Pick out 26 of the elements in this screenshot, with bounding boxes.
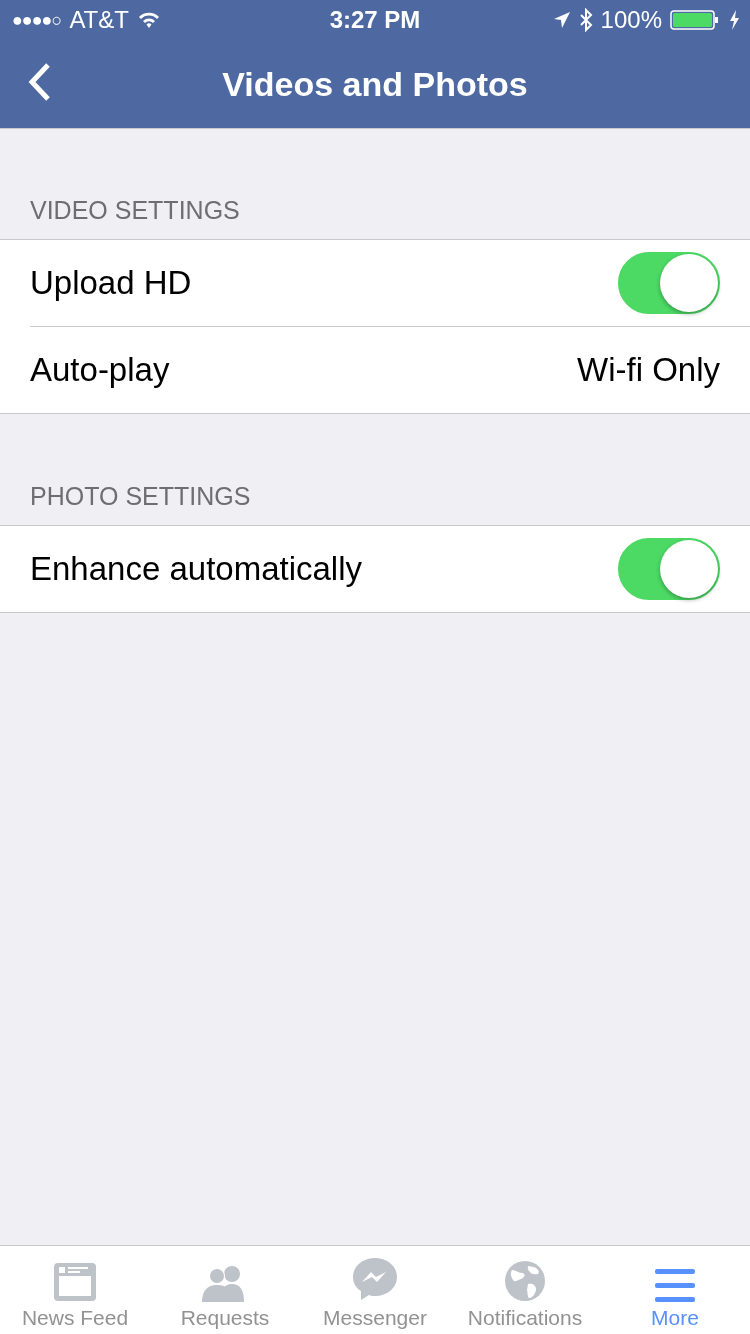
globe-icon xyxy=(504,1260,546,1302)
setting-label: Auto-play xyxy=(30,351,170,389)
tab-button[interactable]: Notifications xyxy=(450,1246,600,1334)
bluetooth-icon xyxy=(578,8,593,32)
setting-value[interactable]: Wi-fi Only xyxy=(577,351,720,389)
battery-percent: 100% xyxy=(600,6,662,34)
messenger-icon xyxy=(352,1256,398,1302)
signal-dots: ●●●●○ xyxy=(12,9,62,31)
setting-label: Enhance automatically xyxy=(30,550,363,588)
clock-time: 3:27 PM xyxy=(329,6,421,34)
toggle-switch[interactable] xyxy=(618,252,720,314)
tab-button[interactable]: News Feed xyxy=(0,1246,150,1334)
tab-button[interactable]: More xyxy=(600,1246,750,1334)
toggle-switch[interactable] xyxy=(618,538,720,600)
location-arrow-icon xyxy=(552,11,571,29)
charging-bolt-icon xyxy=(728,9,740,31)
newspaper-icon xyxy=(53,1262,97,1302)
section-header: PHOTO SETTINGS xyxy=(29,482,252,512)
menu-icon xyxy=(654,1268,696,1302)
carrier-name: AT&T xyxy=(69,6,129,34)
section-header: VIDEO SETTINGS xyxy=(29,196,241,226)
battery-icon xyxy=(670,9,720,31)
screen-title: Videos and Photos xyxy=(222,64,528,104)
tab-button[interactable]: Messenger xyxy=(300,1246,450,1334)
tab-button[interactable]: Requests xyxy=(150,1246,300,1334)
setting-label: Upload HD xyxy=(30,264,192,302)
